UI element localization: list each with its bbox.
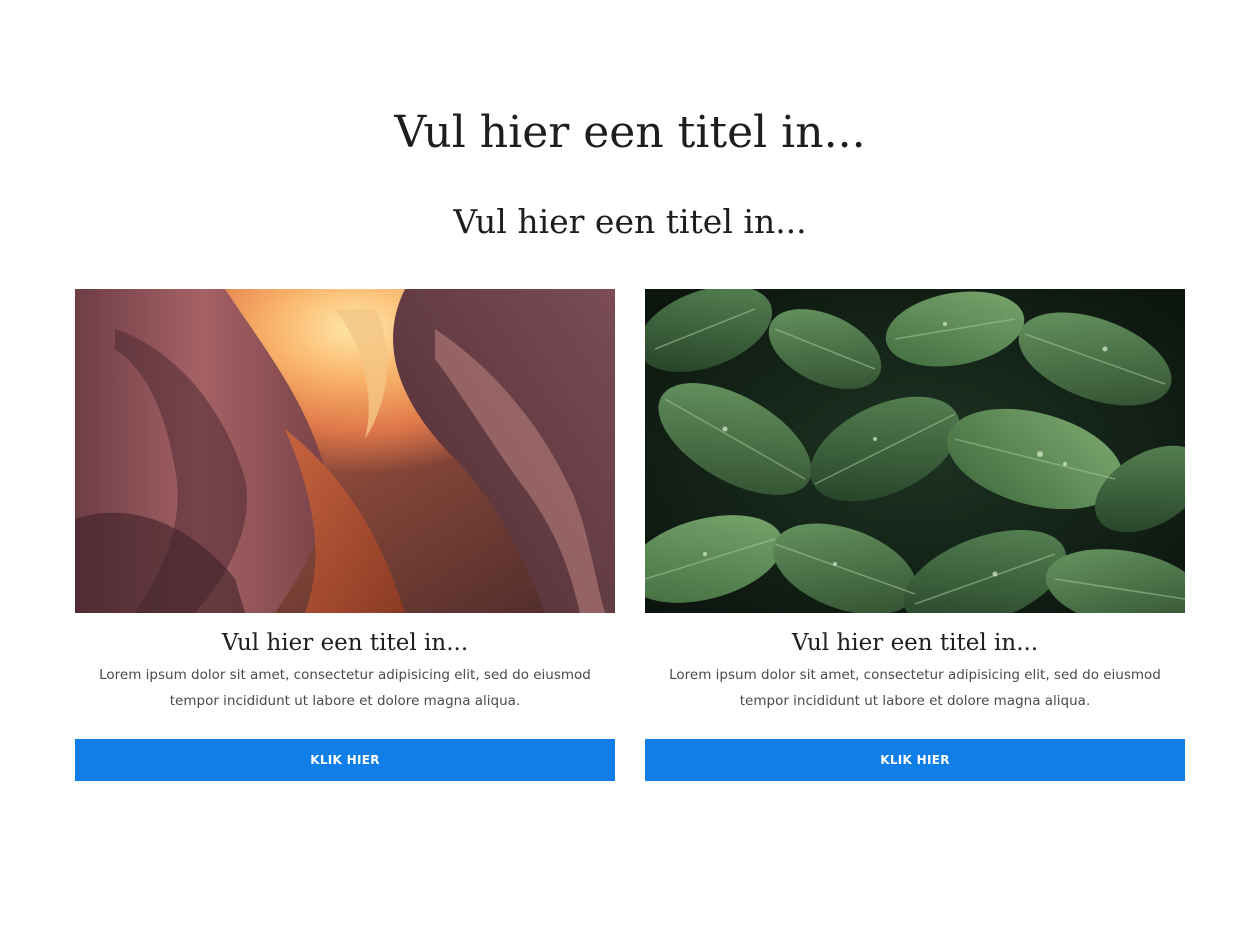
card-description: Lorem ipsum dolor sit amet, consectetur …: [99, 667, 591, 709]
card-leaves: Vul hier een titel in... Lorem ipsum dol…: [645, 289, 1185, 781]
klik-hier-button[interactable]: KLIK HIER: [645, 739, 1185, 781]
klik-hier-button[interactable]: KLIK HIER: [75, 739, 615, 781]
page-title: Vul hier een titel in...: [394, 107, 866, 158]
page-subtitle: Vul hier een titel in...: [453, 202, 807, 241]
canyon-image: [75, 289, 615, 613]
leaves-image: [645, 289, 1185, 613]
card-title: Vul hier een titel in...: [221, 630, 469, 656]
card-description: Lorem ipsum dolor sit amet, consectetur …: [669, 667, 1161, 709]
card-title: Vul hier een titel in...: [791, 630, 1039, 656]
card-canyon: Vul hier een titel in... Lorem ipsum dol…: [75, 289, 615, 781]
